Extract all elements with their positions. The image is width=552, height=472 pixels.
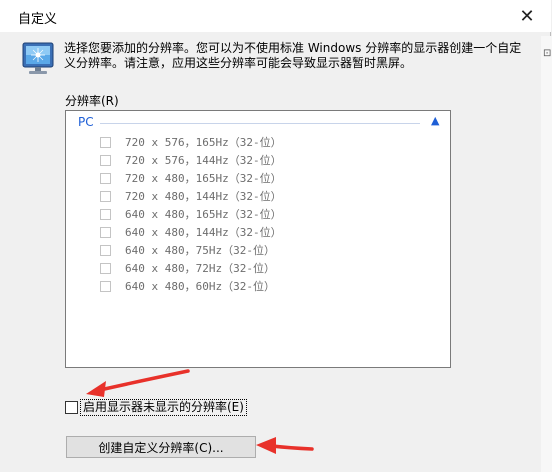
- resolution-item-label: 720 x 480，144Hz（32-位）: [125, 190, 282, 203]
- resolution-checkbox[interactable]: [100, 244, 111, 256]
- resolution-checkbox[interactable]: [100, 226, 111, 238]
- resolution-listbox[interactable]: PC ▲ 720 x 576，165Hz（32-位） 720 x 576，144…: [65, 110, 451, 368]
- custom-resolution-dialog: 自定义 ✕ 选择您要添加的分辨率。您可以为不使用标准 Windows 分辨率的显…: [0, 0, 551, 472]
- resolution-item[interactable]: 640 x 480，72Hz（32-位）: [100, 259, 275, 277]
- resolution-item[interactable]: 640 x 480，165Hz（32-位）: [100, 205, 282, 223]
- enable-hidden-resolutions-checkbox[interactable]: [65, 401, 78, 414]
- resolution-item[interactable]: 720 x 480，144Hz（32-位）: [100, 187, 282, 205]
- resolution-checkbox[interactable]: [100, 172, 111, 184]
- resolution-checkbox[interactable]: [100, 190, 111, 202]
- title-bar: 自定义 ✕: [0, 0, 551, 32]
- create-custom-resolution-button[interactable]: 创建自定义分辨率(C)...: [66, 436, 256, 458]
- resolution-checkbox[interactable]: [100, 154, 111, 166]
- background-window-edge: ⊡: [541, 36, 552, 472]
- resolution-item-label: 640 x 480，165Hz（32-位）: [125, 208, 282, 221]
- group-divider: [100, 123, 420, 124]
- resolution-list-label: 分辨率(R): [65, 94, 119, 108]
- resolution-checkbox[interactable]: [100, 208, 111, 220]
- resolution-item[interactable]: 640 x 480，144Hz（32-位）: [100, 223, 282, 241]
- resolution-item-label: 720 x 576，165Hz（32-位）: [125, 136, 282, 149]
- resolution-item-label: 640 x 480，60Hz（32-位）: [125, 280, 275, 293]
- resolution-item[interactable]: 720 x 480，165Hz（32-位）: [100, 169, 282, 187]
- resolution-checkbox[interactable]: [100, 280, 111, 292]
- resolution-item[interactable]: 640 x 480，75Hz（32-位）: [100, 241, 275, 259]
- enable-hidden-resolutions-label[interactable]: 启用显示器未显示的分辨率(E): [80, 399, 247, 416]
- close-icon: ✕: [519, 5, 535, 27]
- resolution-checkbox[interactable]: [100, 136, 111, 148]
- background-window-glyph: ⊡: [543, 48, 552, 59]
- resolution-item-label: 640 x 480，72Hz（32-位）: [125, 262, 275, 275]
- close-button[interactable]: ✕: [509, 2, 545, 30]
- window-title: 自定义: [18, 12, 58, 27]
- description-text: 选择您要添加的分辨率。您可以为不使用标准 Windows 分辨率的显示器创建一个…: [64, 41, 522, 70]
- resolution-item[interactable]: 720 x 576，165Hz（32-位）: [100, 133, 282, 151]
- resolution-item-label: 640 x 480，144Hz（32-位）: [125, 226, 282, 239]
- monitor-icon: [22, 42, 54, 74]
- resolution-item-label: 640 x 480，75Hz（32-位）: [125, 244, 275, 257]
- resolution-checkbox[interactable]: [100, 262, 111, 274]
- resolution-item-label: 720 x 576，144Hz（32-位）: [125, 154, 282, 167]
- group-header-pc: PC: [78, 115, 94, 129]
- resolution-item[interactable]: 640 x 480，60Hz（32-位）: [100, 277, 275, 295]
- resolution-item[interactable]: 720 x 576，144Hz（32-位）: [100, 151, 282, 169]
- resolution-item-label: 720 x 480，165Hz（32-位）: [125, 172, 282, 185]
- collapse-icon[interactable]: ▲: [431, 114, 439, 127]
